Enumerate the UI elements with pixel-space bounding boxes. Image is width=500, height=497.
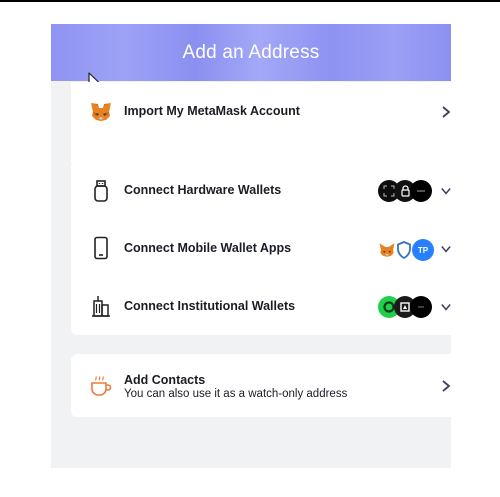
coffee-cup-icon (91, 376, 112, 396)
add-contacts-card[interactable]: Add Contacts You can also use it as a wa… (71, 354, 451, 417)
connect-mobile-label: Connect Mobile Wallet Apps (124, 241, 292, 255)
connect-institutional-label: Connect Institutional Wallets (124, 299, 296, 313)
connect-hardware-row[interactable]: Connect Hardware Wallets (71, 161, 451, 219)
mobile-wallet-logos: TP (378, 239, 434, 261)
chevron-down-icon[interactable] (441, 301, 451, 313)
add-address-panel: Add an Address Import My MetaMask Accoun… (51, 24, 451, 468)
institutional-wallet-logos (378, 296, 432, 318)
metamask-fox-icon (91, 103, 111, 121)
add-contacts-row[interactable]: Add Contacts You can also use it as a wa… (71, 354, 451, 417)
shield-icon (397, 241, 411, 259)
top-border (0, 0, 500, 2)
chevron-down-icon[interactable] (441, 243, 451, 255)
chevron-right-icon[interactable] (441, 380, 451, 392)
import-metamask-label: Import My MetaMask Account (124, 104, 300, 118)
mobile-phone-icon (94, 236, 108, 260)
chevron-down-icon[interactable] (441, 185, 451, 197)
usb-device-icon (94, 180, 108, 202)
metamask-fox-icon (379, 243, 395, 257)
wallet-logo-icon (410, 180, 432, 202)
connect-wallets-card: Connect Hardware Wallets Connect Mobile … (71, 161, 451, 335)
institution-building-icon (92, 296, 110, 317)
connect-institutional-row[interactable]: Connect Institutional Wallets (71, 277, 451, 335)
custody-logo-icon (410, 296, 432, 318)
import-account-card: Import My MetaMask Account (71, 82, 451, 167)
add-contacts-label: Add Contacts (124, 373, 206, 387)
tokenpocket-icon: TP (412, 239, 434, 261)
import-metamask-row[interactable]: Import My MetaMask Account (71, 82, 451, 142)
page-title: Add an Address (51, 24, 451, 81)
chevron-right-icon[interactable] (441, 106, 451, 118)
hardware-wallet-logos (378, 180, 432, 202)
connect-mobile-row[interactable]: Connect Mobile Wallet Apps TP (71, 219, 451, 277)
connect-hardware-label: Connect Hardware Wallets (124, 183, 282, 197)
add-contacts-sublabel: You can also use it as a watch-only addr… (124, 388, 348, 400)
